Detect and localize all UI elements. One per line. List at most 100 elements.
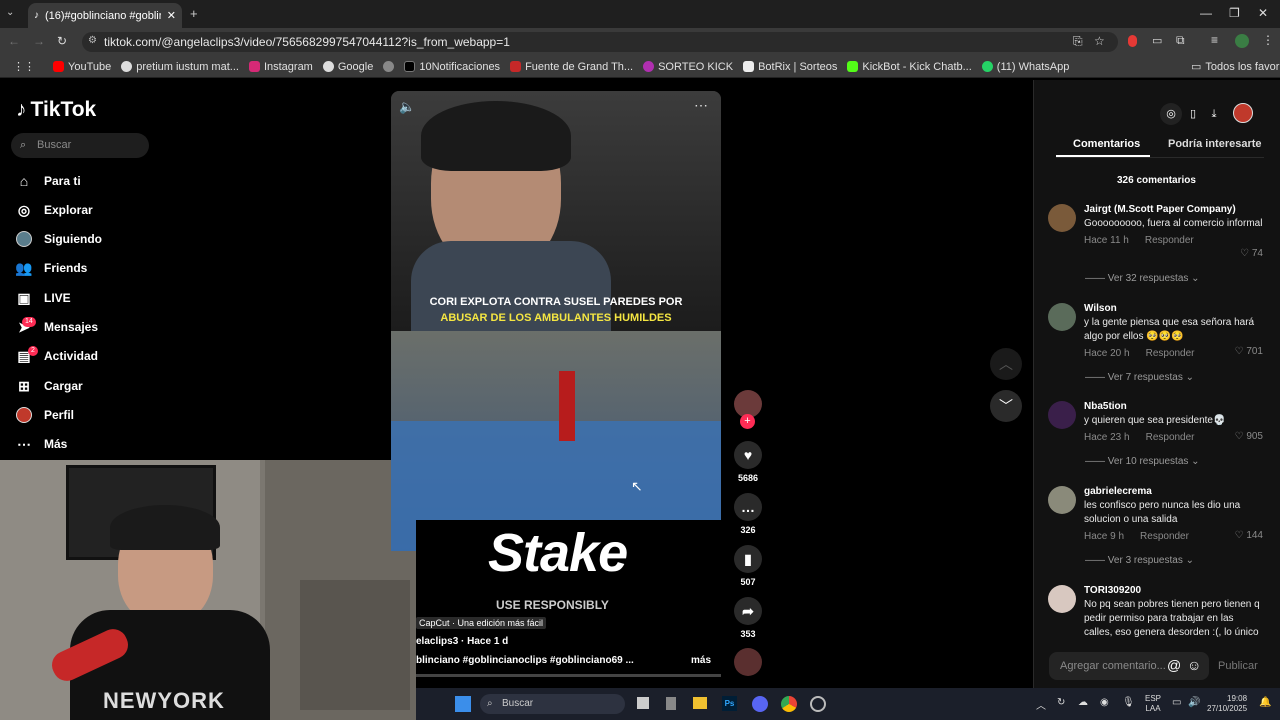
volume-icon[interactable]: 🔈 [399,99,415,115]
bookmark-pretium[interactable]: pretium iustum mat... [116,61,244,73]
task-view-icon[interactable] [637,697,649,709]
nav-mas[interactable]: ⋯ Más [16,436,67,452]
video-more-icon[interactable]: ⋯ [694,97,708,114]
nav-para-ti[interactable]: ⌂ Para ti [16,173,81,189]
bookmark-instagram[interactable]: Instagram [244,61,318,73]
capcut-label[interactable]: CapCut · Una edición más fácil [416,617,547,629]
file-explorer-icon[interactable] [693,697,707,709]
tiktok-logo[interactable]: ♪ TikTok [16,98,96,122]
apps-icon[interactable]: ⋮⋮ [8,60,40,73]
tab-comentarios[interactable]: Comentarios [1073,138,1140,150]
reload-icon[interactable]: ↻ [57,34,67,48]
tray-chevron-icon[interactable]: ︿ [1036,697,1046,712]
notifications-icon[interactable]: 🔔 [1259,697,1271,708]
all-bookmarks[interactable]: ▭Todos los favoritos [1186,60,1280,74]
restore-icon[interactable]: ❐ [1229,6,1240,20]
discord-icon[interactable] [752,696,768,712]
back-icon[interactable]: ← [8,34,20,48]
bookmark-youtube[interactable]: YouTube [48,61,116,73]
star-icon[interactable]: ☆ [1094,34,1105,48]
photoshop-icon[interactable]: Ps [722,696,737,711]
download-icon[interactable]: ⤓ [1203,103,1225,125]
view-replies-button[interactable]: —— Ver 10 respuestas ⌄ [1085,456,1200,467]
reply-button[interactable]: Responder [1146,348,1195,359]
nav-friends[interactable]: 👥 Friends [15,260,87,276]
follow-plus-icon[interactable]: + [740,414,755,429]
comment-username[interactable]: Jairgt (M.Scott Paper Company) [1084,204,1263,215]
menu-icon[interactable]: ⋮ [1262,33,1274,47]
taskbar-search[interactable]: ⌕ Buscar [480,694,625,714]
share-button[interactable]: ➦ 353 [733,597,763,639]
previous-video-button[interactable]: ︿ [990,348,1022,380]
comment-like-button[interactable]: ♡ 74 [1240,248,1263,259]
bookmark-whatsapp[interactable]: (11) WhatsApp [977,61,1075,73]
bookmark-kickbot[interactable]: KickBot - Kick Chatb... [842,61,976,73]
profile-avatar[interactable] [1235,34,1249,48]
chrome-icon[interactable] [781,696,797,712]
volume-icon[interactable]: 🔊 [1188,697,1200,708]
emoji-icon[interactable]: ☺ [1187,657,1201,673]
extension-icon[interactable] [1128,35,1137,47]
device-icon[interactable]: ▯ [1182,103,1204,125]
reading-list-icon[interactable]: ≡ [1211,33,1218,47]
bookmark-x[interactable]: 10Notificaciones [399,61,505,73]
publish-button[interactable]: Publicar [1218,660,1258,672]
view-replies-button[interactable]: —— Ver 32 respuestas ⌄ [1085,273,1200,284]
search-input[interactable]: ⌕ Buscar [11,133,149,158]
bookmark-sorteo-kick[interactable]: SORTEO KICK [638,61,738,73]
clock[interactable]: 19:08 27/10/2025 [1207,694,1247,714]
commenter-avatar[interactable] [1048,401,1076,429]
browser-tab[interactable]: ♪ (16)#goblinciano #goblinciano ✕ [28,3,182,28]
video-progress[interactable] [416,674,721,677]
comment-username[interactable]: Wilson [1084,303,1263,314]
commenter-avatar[interactable] [1048,303,1076,331]
app-icon[interactable] [810,696,826,712]
explore-shortcut-icon[interactable]: ◎ [1160,103,1182,125]
comment-username[interactable]: Nba5tion [1084,401,1263,412]
nav-cargar[interactable]: ⊞ Cargar [16,378,83,394]
video-player[interactable]: CORI EXPLOTA CONTRA SUSEL PAREDES POR AB… [391,91,721,551]
extension-icon[interactable]: ▭ [1152,34,1162,47]
tab-search-icon[interactable]: ⌄ [6,7,14,18]
site-info-icon[interactable]: ⚙ [88,35,97,46]
save-button[interactable]: ▮ 507 [733,545,763,587]
like-button[interactable]: ♥ 5686 [733,441,763,483]
tab-podria-interesarte[interactable]: Podría interesarte [1168,138,1262,150]
bookmark-botrix[interactable]: BotRix | Sorteos [738,61,842,73]
extensions-puzzle-icon[interactable]: ⧉ [1176,33,1185,48]
bookmark-google[interactable]: Google [318,61,378,73]
more-description-link[interactable]: más [691,655,711,666]
comment-input[interactable]: Agregar comentario... @ ☺ [1049,652,1209,680]
onedrive-icon[interactable]: ☁ [1078,697,1088,708]
minimize-icon[interactable]: — [1200,6,1212,20]
microphone-icon[interactable]: 🎙 [1122,697,1135,708]
video-hashtags[interactable]: blinciano #goblincianoclips #goblinciano… [416,655,634,666]
commenter-avatar[interactable] [1048,585,1076,613]
tray-app-icon[interactable]: ↻ [1057,697,1065,708]
comment-like-button[interactable]: ♡ 905 [1235,431,1263,442]
address-bar[interactable]: tiktok.com/@angelaclips3/video/756568299… [82,32,1118,52]
comment-username[interactable]: gabrielecrema [1084,486,1263,497]
mention-icon[interactable]: @ [1167,657,1181,673]
close-window-icon[interactable]: ✕ [1258,6,1268,20]
reply-button[interactable]: Responder [1145,235,1194,246]
view-replies-button[interactable]: —— Ver 3 respuestas ⌄ [1085,555,1194,566]
close-tab-icon[interactable]: ✕ [167,9,176,22]
language-indicator[interactable]: ESP LAA [1145,694,1161,714]
nav-live[interactable]: ▣ LIVE [16,290,70,306]
tray-app-icon[interactable]: ◉ [1100,697,1109,708]
next-video-button[interactable]: ﹀ [990,390,1022,422]
bookmark-gta[interactable]: Fuente de Grand Th... [505,61,638,73]
reply-button[interactable]: Responder [1146,432,1195,443]
reply-button[interactable]: Responder [1140,531,1189,542]
comment-username[interactable]: TORI309200 [1084,585,1263,596]
nav-perfil[interactable]: Perfil [16,407,74,423]
cast-icon[interactable]: ⎘ [1073,34,1083,49]
commenter-avatar[interactable] [1048,204,1076,232]
commenter-avatar[interactable] [1048,486,1076,514]
comment-button[interactable]: … 326 [733,493,763,535]
comment-like-button[interactable]: ♡ 701 [1235,346,1263,357]
view-replies-button[interactable]: —— Ver 7 respuestas ⌄ [1085,372,1194,383]
new-tab-icon[interactable]: + [190,6,198,21]
bookmark-globe[interactable] [378,61,399,72]
